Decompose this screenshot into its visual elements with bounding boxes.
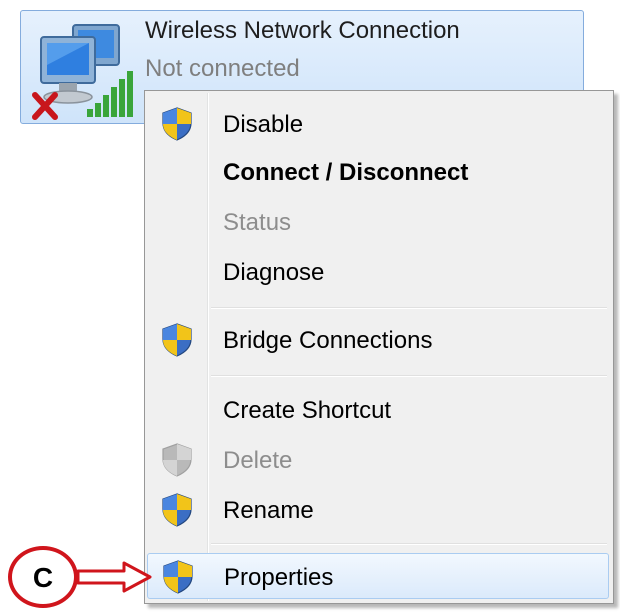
- annotation-arrow-icon: [76, 561, 152, 593]
- menu-item-label: Status: [223, 209, 292, 236]
- menu-item-label: Disable: [223, 111, 304, 138]
- menu-item-rename[interactable]: Rename: [147, 487, 609, 533]
- context-menu: Disable Connect / Disconnect Status Diag…: [144, 90, 614, 604]
- uac-shield-icon: [162, 323, 192, 357]
- menu-item-label: Delete: [223, 447, 293, 474]
- menu-separator: [211, 307, 607, 309]
- menu-separator: [211, 375, 607, 377]
- annotation-letter: C: [32, 562, 54, 593]
- uac-shield-icon: [163, 560, 193, 594]
- menu-item-properties[interactable]: Properties: [147, 553, 609, 599]
- menu-item-create-shortcut[interactable]: Create Shortcut: [147, 387, 609, 433]
- connection-name: Wireless Network Connection: [145, 17, 460, 44]
- menu-item-label: Create Shortcut: [223, 397, 392, 424]
- menu-item-delete: Delete: [147, 437, 609, 483]
- screenshot-stage: Wireless Network Connection Not connecte…: [0, 0, 620, 614]
- menu-item-label: Diagnose: [223, 259, 325, 286]
- menu-item-disable[interactable]: Disable: [147, 101, 609, 147]
- menu-item-connect-disconnect[interactable]: Connect / Disconnect: [147, 149, 609, 195]
- menu-item-label: Connect / Disconnect: [223, 159, 469, 186]
- annotation-callout-circle: C: [8, 546, 78, 608]
- menu-item-diagnose[interactable]: Diagnose: [147, 249, 609, 295]
- menu-item-status: Status: [147, 199, 609, 245]
- wireless-network-adapter-icon: [31, 19, 143, 125]
- menu-item-label: Bridge Connections: [223, 327, 433, 354]
- menu-item-label: Properties: [224, 564, 334, 591]
- menu-item-label: Rename: [223, 497, 314, 524]
- uac-shield-icon: [162, 493, 192, 527]
- menu-separator: [211, 543, 607, 545]
- menu-item-bridge-connections[interactable]: Bridge Connections: [147, 317, 609, 363]
- connection-status: Not connected: [145, 55, 300, 82]
- uac-shield-icon: [162, 443, 192, 477]
- uac-shield-icon: [162, 107, 192, 141]
